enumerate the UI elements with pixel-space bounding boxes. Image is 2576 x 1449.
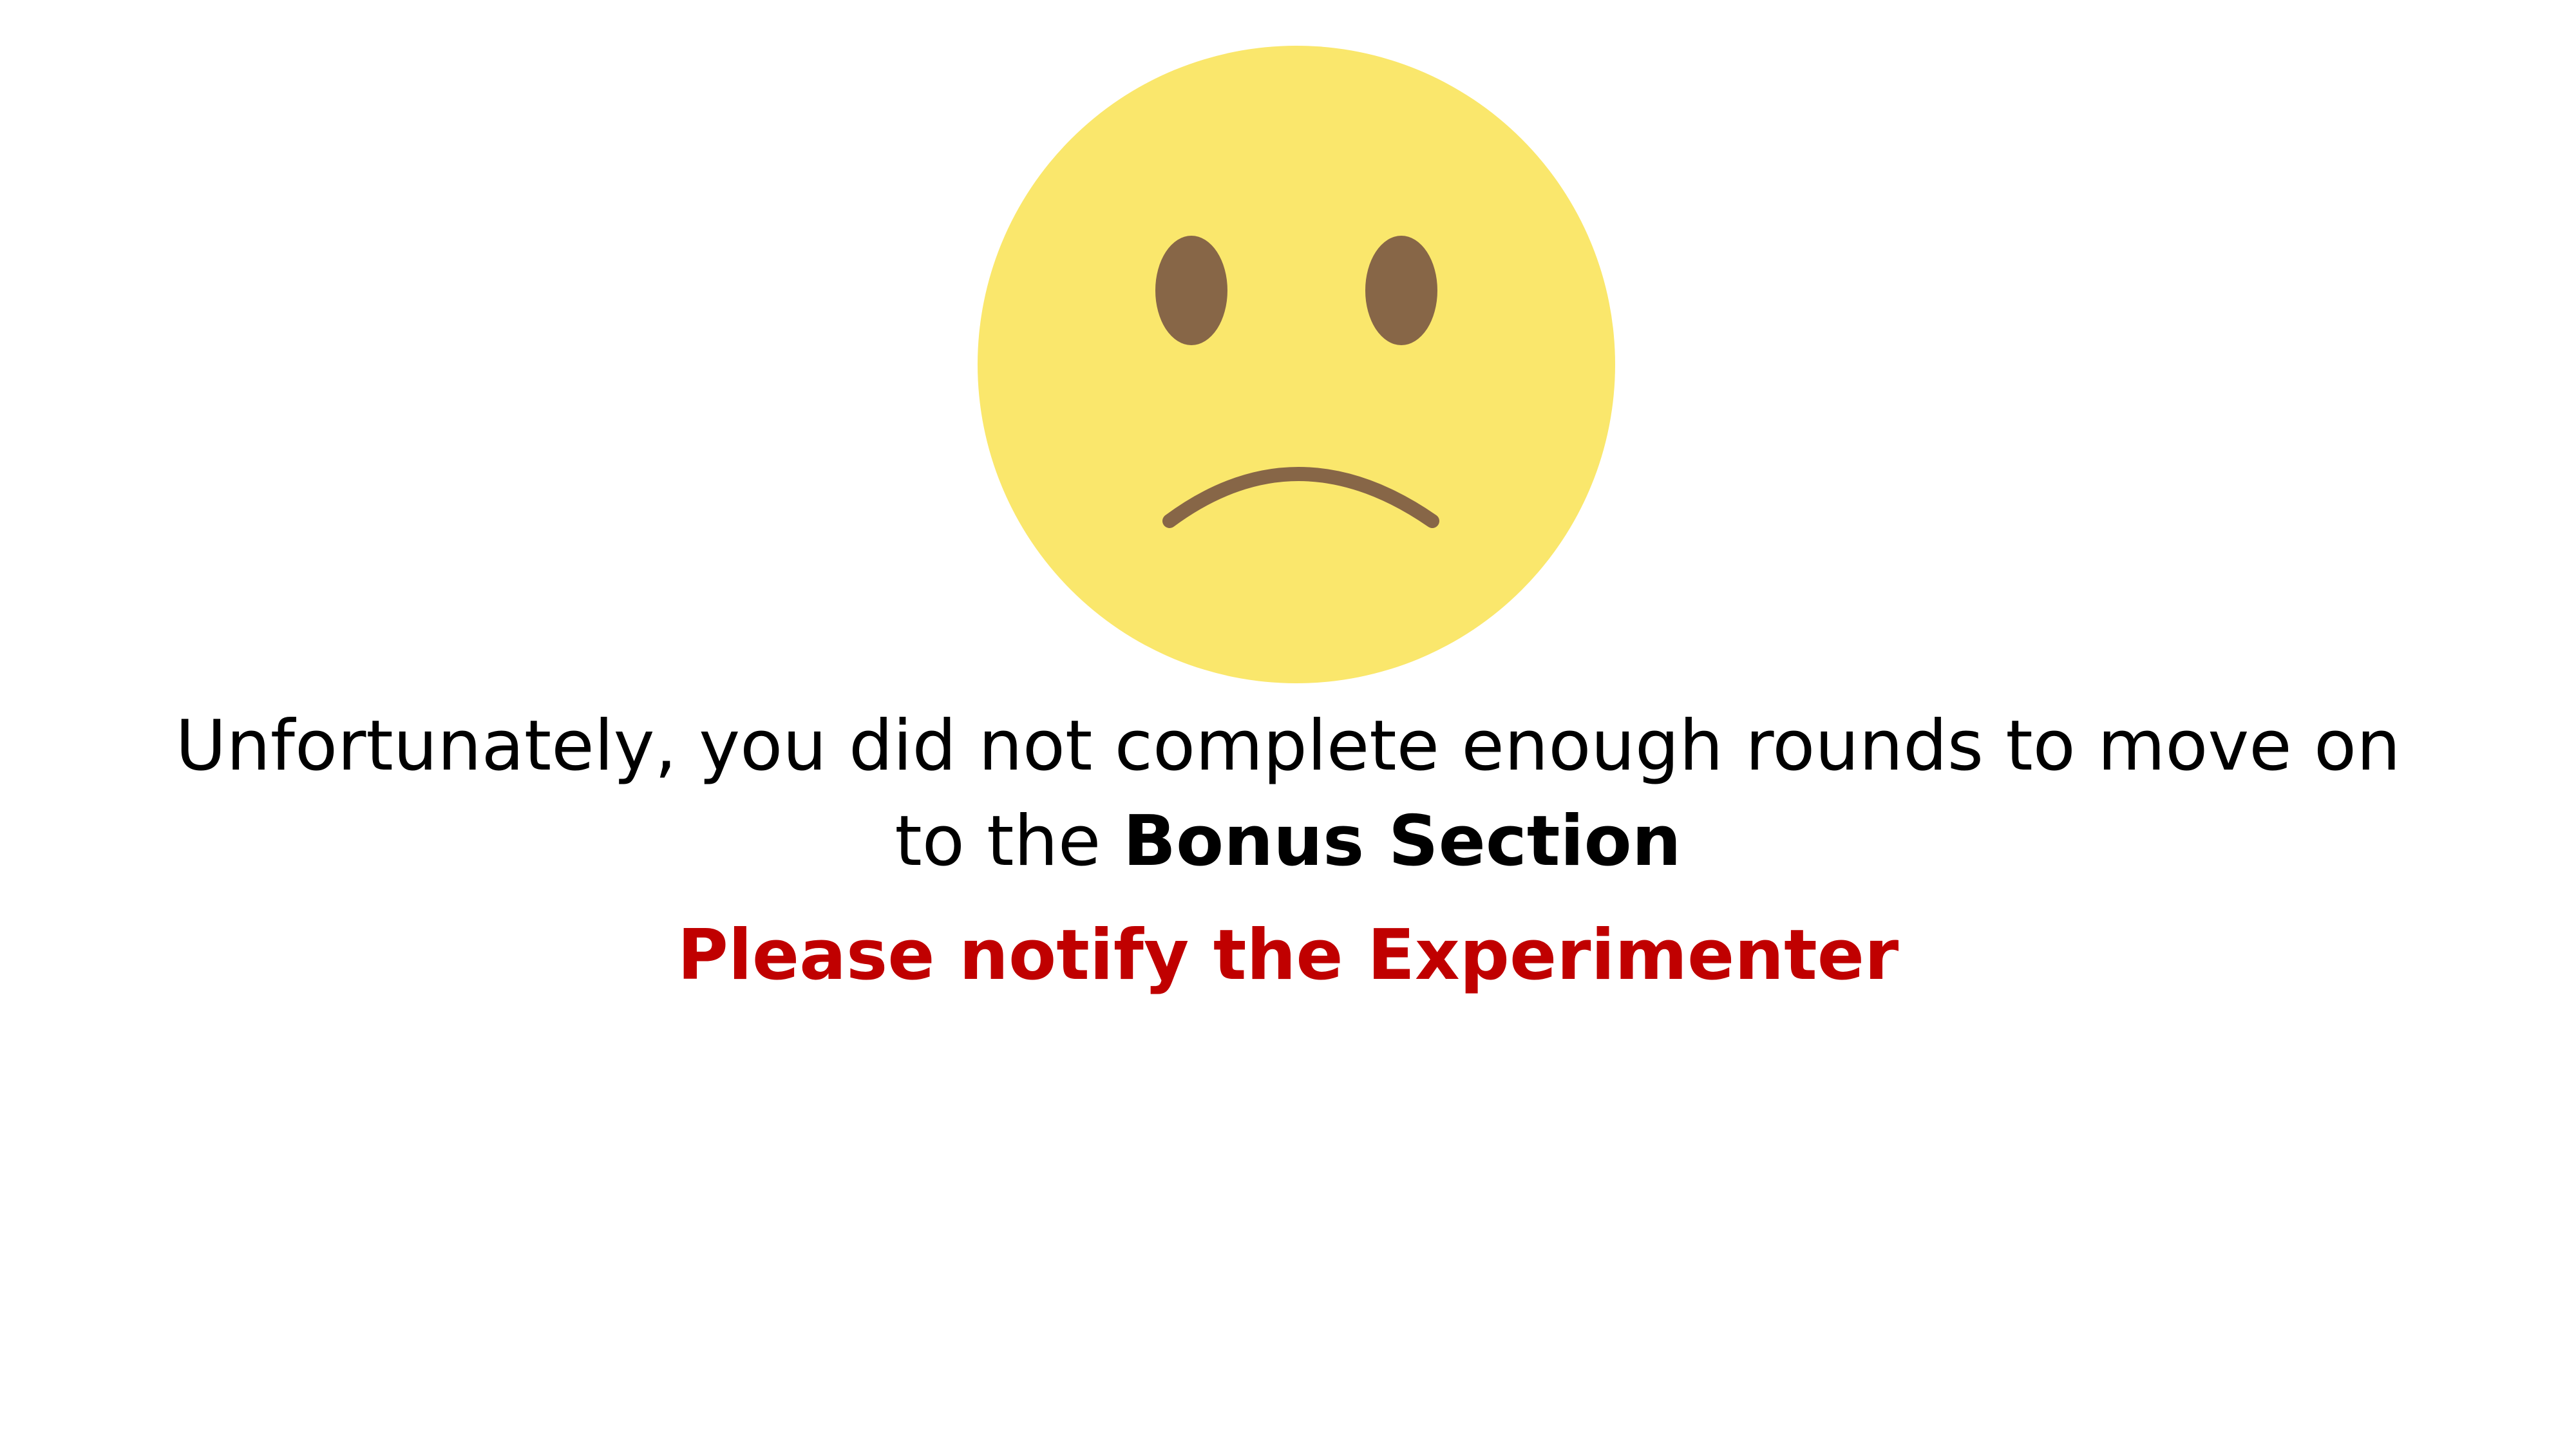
bonus-section-label: Bonus Section xyxy=(1122,801,1681,882)
sad-face-icon xyxy=(978,46,1615,683)
face-circle xyxy=(978,46,1615,683)
slide: { "message": { "text_before": "Unfortuna… xyxy=(0,0,2576,1449)
notify-experimenter-text: Please notify the Experimenter xyxy=(677,915,1899,996)
right-eye xyxy=(1365,236,1437,345)
status-message: Unfortunately, you did not complete enou… xyxy=(161,699,2415,889)
left-eye xyxy=(1155,236,1227,345)
